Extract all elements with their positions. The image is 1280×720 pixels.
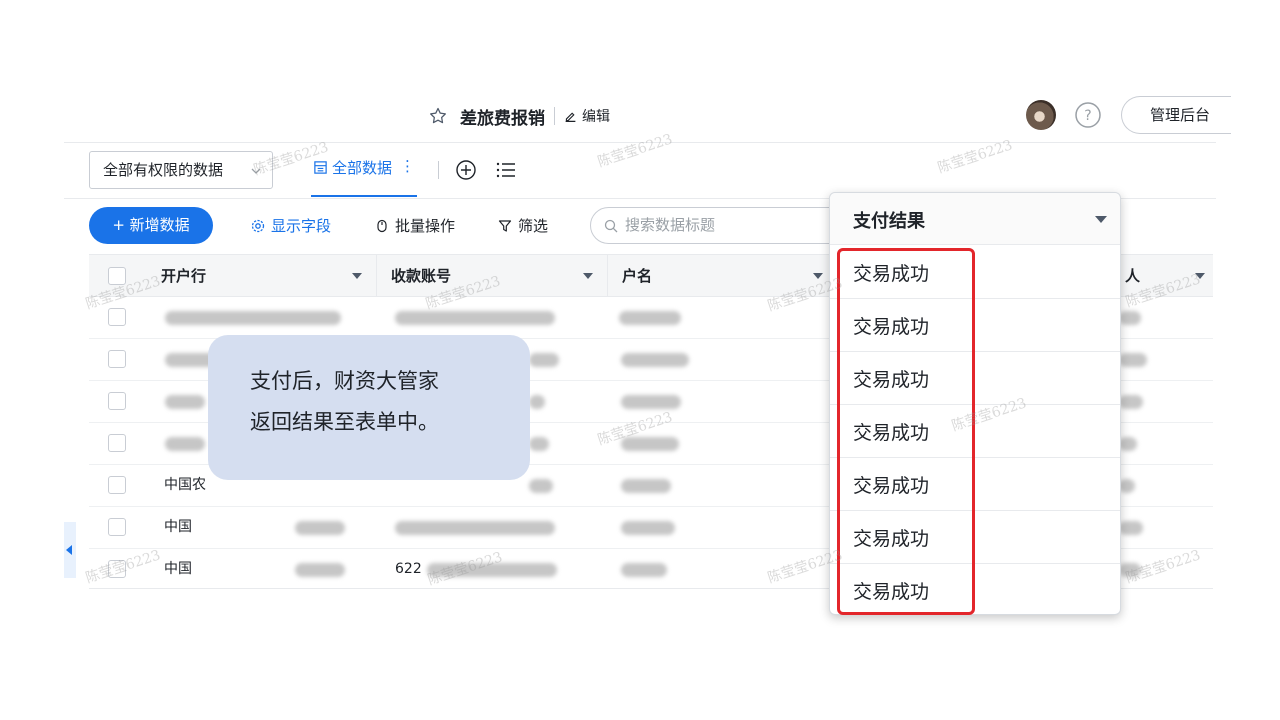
redacted-account xyxy=(395,311,555,325)
gear-icon xyxy=(251,219,265,232)
caret-down-icon[interactable] xyxy=(1095,216,1107,223)
cell-bank: 中国农 xyxy=(164,477,206,493)
redacted-bank xyxy=(165,437,205,451)
divider xyxy=(438,161,439,179)
row-checkbox[interactable] xyxy=(108,476,126,494)
callout-line-2: 返回结果至表单中。 xyxy=(250,410,439,434)
divider xyxy=(554,107,555,125)
batch-operations-label: 批量操作 xyxy=(395,217,456,235)
plus-circle-icon[interactable] xyxy=(455,159,477,181)
more-options-icon[interactable]: ⋮ xyxy=(400,157,415,175)
cell-bank: 中国 xyxy=(164,519,192,535)
row-checkbox[interactable] xyxy=(108,308,126,326)
redacted-bank-suffix xyxy=(295,521,345,535)
search-icon xyxy=(604,219,618,233)
cell-account: 622 xyxy=(395,561,422,577)
search-input[interactable]: 搜索数据标题 xyxy=(590,207,850,244)
row-checkbox[interactable] xyxy=(108,392,126,410)
tab-all-data-label: 全部数据 xyxy=(332,159,393,177)
star-icon[interactable] xyxy=(428,106,448,126)
admin-console-button[interactable]: 管理后台 xyxy=(1121,96,1231,134)
chevron-left-icon xyxy=(66,545,72,555)
edit-button[interactable]: 编辑 xyxy=(582,106,610,126)
filter-icon xyxy=(498,219,512,232)
redacted-name xyxy=(621,479,671,493)
redacted-person xyxy=(1119,353,1147,367)
redacted-bank-suffix xyxy=(295,563,345,577)
redacted-name xyxy=(621,563,667,577)
permission-view-label: 全部有权限的数据 xyxy=(103,161,224,179)
filter-button[interactable]: 筛选 xyxy=(498,215,548,236)
redacted-account xyxy=(395,521,555,535)
mouse-icon xyxy=(377,219,387,232)
tab-all-data[interactable]: 全部数据 ⋮ xyxy=(311,157,418,197)
redacted-person xyxy=(1119,437,1137,451)
payment-result-title: 支付结果 xyxy=(853,211,925,232)
redacted-account xyxy=(529,437,549,451)
redacted-bank xyxy=(165,395,205,409)
callout-note: 支付后，财资大管家 返回结果至表单中。 xyxy=(208,335,530,480)
redacted-name xyxy=(621,353,689,367)
pencil-icon[interactable] xyxy=(564,110,577,123)
filter-label: 筛选 xyxy=(518,217,549,235)
redacted-person xyxy=(1119,521,1143,535)
svg-text:?: ? xyxy=(1084,108,1091,124)
redacted-bank xyxy=(165,311,341,325)
show-fields-button[interactable]: 显示字段 xyxy=(251,215,331,236)
payment-result-header[interactable]: 支付结果 xyxy=(830,193,1120,245)
search-placeholder: 搜索数据标题 xyxy=(625,216,716,234)
redacted-name xyxy=(619,311,681,325)
row-checkbox[interactable] xyxy=(108,434,126,452)
permission-view-select[interactable]: 全部有权限的数据 xyxy=(89,151,273,189)
redacted-name xyxy=(621,521,675,535)
cell-bank: 中国 xyxy=(164,561,192,577)
show-fields-label: 显示字段 xyxy=(271,217,332,235)
caret-down-icon[interactable] xyxy=(352,273,362,279)
caret-down-icon[interactable] xyxy=(583,273,593,279)
avatar[interactable] xyxy=(1026,100,1056,130)
redacted-account xyxy=(529,479,553,493)
redacted-person xyxy=(1119,311,1141,325)
app-title: 差旅费报销 xyxy=(460,108,545,129)
column-header-bank[interactable]: 开户行 xyxy=(147,255,377,297)
help-icon[interactable]: ? xyxy=(1074,101,1102,129)
add-record-button[interactable]: + 新增数据 xyxy=(89,207,213,244)
title-group: 差旅费报销 编辑 xyxy=(428,104,610,129)
row-checkbox[interactable] xyxy=(108,518,126,536)
batch-operations-button[interactable]: 批量操作 xyxy=(375,215,455,236)
table-icon xyxy=(314,161,327,174)
redacted-account xyxy=(529,395,545,409)
row-checkbox[interactable] xyxy=(108,350,126,368)
list-icon[interactable] xyxy=(495,160,517,180)
redacted-account xyxy=(529,353,559,367)
callout-line-1: 支付后，财资大管家 xyxy=(250,369,439,393)
redacted-name xyxy=(621,395,681,409)
redacted-person xyxy=(1119,395,1143,409)
redacted-person xyxy=(1119,479,1135,493)
collapse-handle[interactable] xyxy=(64,522,76,578)
top-bar: 差旅费报销 编辑 ? 管理后台 xyxy=(64,88,1231,143)
